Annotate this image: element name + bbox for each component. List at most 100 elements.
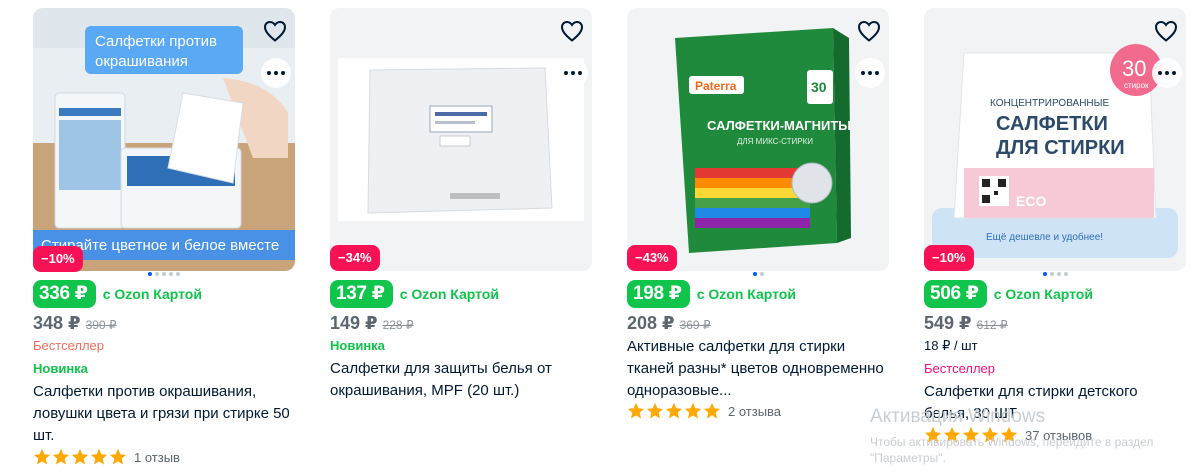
more-options-button[interactable] — [1152, 58, 1182, 88]
ozon-card-price: 137 ₽ — [330, 280, 393, 308]
ozon-price-row: 198 ₽ с Ozon Картой — [627, 280, 796, 308]
brand-text: Paterra — [695, 79, 737, 93]
review-count[interactable]: 1 отзыв — [134, 450, 180, 465]
label-text: САЛФЕТКИ-МАГНИТЫ — [707, 118, 851, 133]
ozon-card-label: с Ozon Картой — [102, 286, 202, 302]
image-pager[interactable] — [33, 272, 295, 278]
ozon-card-price: 198 ₽ — [627, 280, 690, 308]
ozon-price-row: 336 ₽ с Ozon Картой — [33, 280, 202, 308]
sublabel-text: ДЛЯ МИКС-СТИРКИ — [737, 137, 813, 146]
image-pager[interactable] — [924, 272, 1186, 278]
banner-top-line2: окрашивания — [95, 53, 188, 70]
pager-dot[interactable] — [162, 272, 166, 276]
rating[interactable]: 37 отзывов — [924, 426, 1092, 444]
unit-price: 18 ₽ / шт — [924, 338, 978, 353]
review-count[interactable]: 37 отзывов — [1025, 428, 1092, 443]
product-title[interactable]: Салфетки для стирки детского белья, 30 Ш… — [924, 381, 1186, 425]
product-photo — [330, 8, 592, 271]
rating-stars — [33, 448, 127, 466]
banner-top-line1: Салфетки против — [95, 33, 217, 50]
price-row: 208 ₽ 369 ₽ — [627, 313, 711, 334]
star-icon — [627, 402, 645, 419]
product-image[interactable]: Салфетки против окрашивания Стирайте цве… — [33, 8, 295, 271]
dot-icon — [578, 71, 582, 75]
image-pager[interactable] — [627, 272, 889, 278]
dot-icon — [281, 71, 285, 75]
star-icon — [684, 402, 702, 419]
old-price: 390 ₽ — [85, 318, 117, 332]
product-card[interactable]: Paterra 30 САЛФЕТКИ-МАГНИТЫ ДЛЯ МИКС-СТИ… — [627, 8, 889, 475]
pager-dot[interactable] — [148, 272, 152, 276]
dot-icon — [571, 71, 575, 75]
favorite-button[interactable] — [1151, 16, 1181, 46]
ozon-price-row: 506 ₽ с Ozon Картой — [924, 280, 1093, 308]
price-row: 549 ₽ 612 ₽ — [924, 313, 1008, 334]
line2-text: САЛФЕТКИ — [996, 113, 1108, 135]
star-icon — [924, 426, 942, 443]
pager-dot[interactable] — [169, 272, 173, 276]
product-image[interactable]: 30 стирок КОНЦЕНТРИРОВАННЫЕ САЛФЕТКИ ДЛЯ… — [924, 8, 1186, 271]
pager-dot[interactable] — [155, 272, 159, 276]
price-row: 348 ₽ 390 ₽ — [33, 313, 117, 334]
star-icon — [52, 448, 70, 465]
favorite-button[interactable] — [854, 16, 884, 46]
product-image[interactable]: Paterra 30 САЛФЕТКИ-МАГНИТЫ ДЛЯ МИКС-СТИ… — [627, 8, 889, 271]
product-image[interactable] — [330, 8, 592, 271]
star-icon — [943, 426, 961, 443]
product-card[interactable]: −34% 137 ₽ с Ozon Картой 149 ₽ 228 ₽ Нов… — [330, 8, 592, 475]
new-badge: Новинка — [330, 338, 385, 353]
product-card[interactable]: 30 стирок КОНЦЕНТРИРОВАННЫЕ САЛФЕТКИ ДЛЯ… — [924, 8, 1186, 475]
price-row: 149 ₽ 228 ₽ — [330, 313, 414, 334]
favorite-button[interactable] — [557, 16, 587, 46]
heart-icon — [1154, 20, 1178, 42]
current-price: 149 ₽ — [330, 313, 378, 333]
favorite-button[interactable] — [260, 16, 290, 46]
rating[interactable]: 2 отзыва — [627, 402, 781, 420]
product-title[interactable]: Салфетки для защиты белья от окрашивания… — [330, 358, 592, 402]
product-title[interactable]: Салфетки против окрашивания, ловушки цве… — [33, 381, 295, 447]
product-photo: Салфетки против окрашивания Стирайте цве… — [33, 8, 295, 271]
old-price: 369 ₽ — [679, 318, 711, 332]
review-count[interactable]: 2 отзыва — [728, 404, 781, 419]
product-title[interactable]: Активные салфетки для стирки тканей разн… — [627, 336, 889, 402]
heart-icon — [263, 20, 287, 42]
current-price: 549 ₽ — [924, 313, 972, 333]
dot-icon — [274, 71, 278, 75]
star-icon — [962, 426, 980, 443]
pager-dot[interactable] — [176, 272, 180, 276]
footer-text: Ещё дешевле и удобнее! — [986, 231, 1103, 243]
pager-dot[interactable] — [1063, 272, 1068, 276]
more-options-button[interactable] — [855, 58, 885, 88]
dot-icon — [564, 71, 568, 75]
discount-badge: −10% — [33, 246, 83, 272]
pager-dot[interactable] — [759, 272, 764, 276]
product-card[interactable]: Салфетки против окрашивания Стирайте цве… — [33, 8, 295, 475]
star-icon — [90, 448, 108, 465]
line1-text: КОНЦЕНТРИРОВАННЫЕ — [990, 98, 1110, 109]
count-unit-text: стирок — [1124, 81, 1149, 90]
pager-dot[interactable] — [1042, 272, 1047, 276]
dot-icon — [267, 71, 271, 75]
ozon-card-label: с Ozon Картой — [696, 286, 796, 302]
eco-text: ECO — [1016, 193, 1046, 209]
rating-stars — [924, 426, 1018, 444]
star-icon — [981, 426, 999, 443]
old-price: 612 ₽ — [976, 318, 1008, 332]
star-icon — [1000, 426, 1018, 443]
rating[interactable]: 1 отзыв — [33, 448, 180, 466]
ozon-card-price: 506 ₽ — [924, 280, 987, 308]
dot-icon — [1165, 71, 1169, 75]
more-options-button[interactable] — [558, 58, 588, 88]
star-icon — [665, 402, 683, 419]
ozon-card-label: с Ozon Картой — [399, 286, 499, 302]
pager-dot[interactable] — [1049, 272, 1054, 276]
discount-badge: −43% — [627, 245, 677, 271]
pager-dot[interactable] — [1056, 272, 1061, 276]
pager-dot[interactable] — [752, 272, 757, 276]
dot-icon — [1158, 71, 1162, 75]
line3-text: ДЛЯ СТИРКИ — [996, 137, 1125, 159]
star-icon — [109, 448, 127, 465]
more-options-button[interactable] — [261, 58, 291, 88]
discount-badge: −34% — [330, 245, 380, 271]
count-text: 30 — [1122, 56, 1146, 81]
